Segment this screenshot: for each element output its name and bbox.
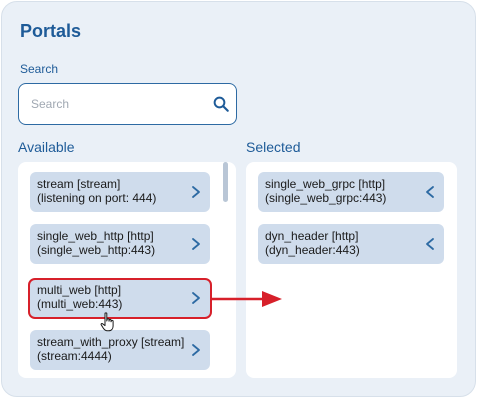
search-icon[interactable] bbox=[212, 95, 230, 113]
selected-label: Selected bbox=[246, 139, 301, 155]
selected-list[interactable]: single_web_grpc [http] (single_web_grpc:… bbox=[246, 162, 457, 378]
search-label: Search bbox=[20, 62, 59, 76]
arrow-right-icon bbox=[212, 291, 282, 307]
item-detail: (listening on port: 444) bbox=[37, 191, 157, 205]
hand-cursor-icon bbox=[100, 312, 114, 332]
item-name: stream [stream] bbox=[37, 177, 121, 191]
chevron-right-icon[interactable] bbox=[190, 343, 202, 357]
item-name: stream_with_proxy [stream] bbox=[37, 335, 185, 349]
chevron-left-icon[interactable] bbox=[424, 237, 436, 251]
search-input[interactable] bbox=[31, 94, 201, 114]
item-name: dyn_header [http] bbox=[265, 229, 359, 243]
available-label: Available bbox=[18, 139, 75, 155]
item-detail: (stream:4444) bbox=[37, 349, 112, 363]
page-title: Portals bbox=[20, 21, 82, 41]
available-list[interactable]: stream [stream] (listening on port: 444)… bbox=[18, 162, 236, 378]
chevron-right-icon[interactable] bbox=[190, 237, 202, 251]
item-name: single_web_grpc [http] bbox=[265, 177, 386, 191]
available-item-stream-with-proxy[interactable]: stream_with_proxy [stream] (stream:4444) bbox=[30, 330, 210, 370]
chevron-left-icon[interactable] bbox=[424, 185, 436, 199]
available-scrollbar[interactable] bbox=[223, 162, 228, 202]
item-name: single_web_http [http] bbox=[37, 229, 154, 243]
highlight-box bbox=[28, 278, 212, 319]
selected-item-single-web-grpc[interactable]: single_web_grpc [http] (single_web_grpc:… bbox=[258, 172, 444, 212]
item-detail: (dyn_header:443) bbox=[265, 243, 360, 257]
selected-item-dyn-header[interactable]: dyn_header [http] (dyn_header:443) bbox=[258, 224, 444, 264]
item-detail: (single_web_http:443) bbox=[37, 243, 156, 257]
available-item-single-web-http[interactable]: single_web_http [http] (single_web_http:… bbox=[30, 224, 210, 264]
chevron-right-icon[interactable] bbox=[190, 185, 202, 199]
search-box[interactable] bbox=[18, 83, 237, 125]
available-item-stream[interactable]: stream [stream] (listening on port: 444) bbox=[30, 172, 210, 212]
item-detail: (single_web_grpc:443) bbox=[265, 191, 387, 205]
